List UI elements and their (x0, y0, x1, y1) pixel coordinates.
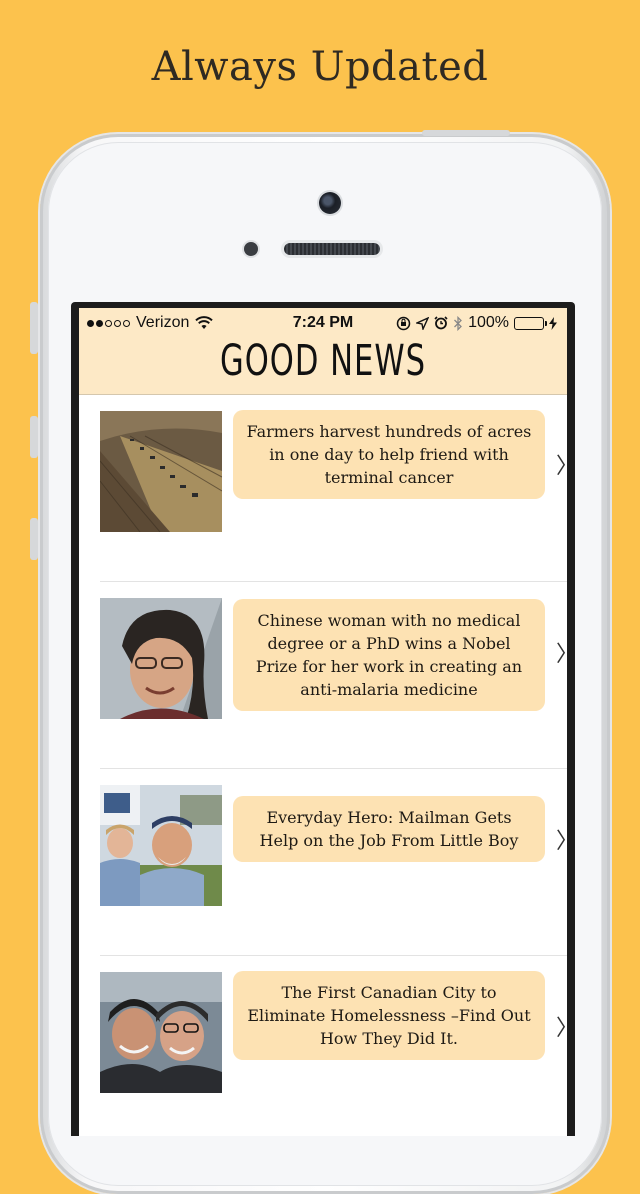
news-item[interactable]: Chinese woman with no medical degree or … (100, 582, 567, 769)
power-button (422, 130, 510, 136)
news-item[interactable]: Farmers harvest hundreds of acres in one… (100, 395, 567, 582)
harvest-field-thumbnail (100, 411, 222, 532)
headline-card[interactable]: Farmers harvest hundreds of acres in one… (233, 410, 545, 499)
news-item[interactable]: The First Canadian City to Eliminate Hom… (100, 956, 567, 1136)
chevron-right-icon[interactable]: 〉 (556, 448, 567, 480)
headline-card[interactable]: Everyday Hero: Mailman Gets Help on the … (233, 796, 545, 862)
earpiece-speaker (284, 243, 380, 255)
phone-screen: Verizon 7:24 PM 100% GOOD NEWS Farmers h… (71, 302, 575, 1136)
bluetooth-icon (454, 315, 462, 331)
app-title: GOOD NEWS (220, 336, 426, 386)
proximity-sensor (244, 242, 258, 256)
mailman-and-boy-thumbnail (100, 785, 222, 906)
mute-switch (30, 302, 38, 354)
chevron-right-icon[interactable]: 〉 (556, 1010, 567, 1042)
volume-down-button (30, 518, 38, 560)
front-camera (319, 192, 341, 214)
location-arrow-icon (416, 316, 430, 330)
chevron-right-icon[interactable]: 〉 (556, 636, 567, 668)
battery-icon (514, 316, 547, 330)
news-item[interactable]: Everyday Hero: Mailman Gets Help on the … (100, 769, 567, 956)
battery-percent: 100% (468, 314, 509, 331)
charging-icon (549, 316, 557, 330)
headline-card[interactable]: Chinese woman with no medical degree or … (233, 599, 545, 711)
alarm-icon (434, 316, 448, 330)
headline-card[interactable]: The First Canadian City to Eliminate Hom… (233, 971, 545, 1060)
promo-title: Always Updated (151, 44, 489, 90)
woman-portrait-thumbnail (100, 598, 222, 719)
two-people-smiling-thumbnail (100, 972, 222, 1093)
status-bar: Verizon 7:24 PM 100% (79, 314, 567, 334)
volume-up-button (30, 416, 38, 458)
app-display: Verizon 7:24 PM 100% GOOD NEWS Farmers h… (79, 308, 567, 1136)
rotation-lock-icon (396, 316, 411, 330)
news-feed: Farmers harvest hundreds of acres in one… (79, 395, 567, 1136)
navigation-bar: Verizon 7:24 PM 100% GOOD NEWS (79, 308, 567, 395)
chevron-right-icon[interactable]: 〉 (556, 823, 567, 855)
